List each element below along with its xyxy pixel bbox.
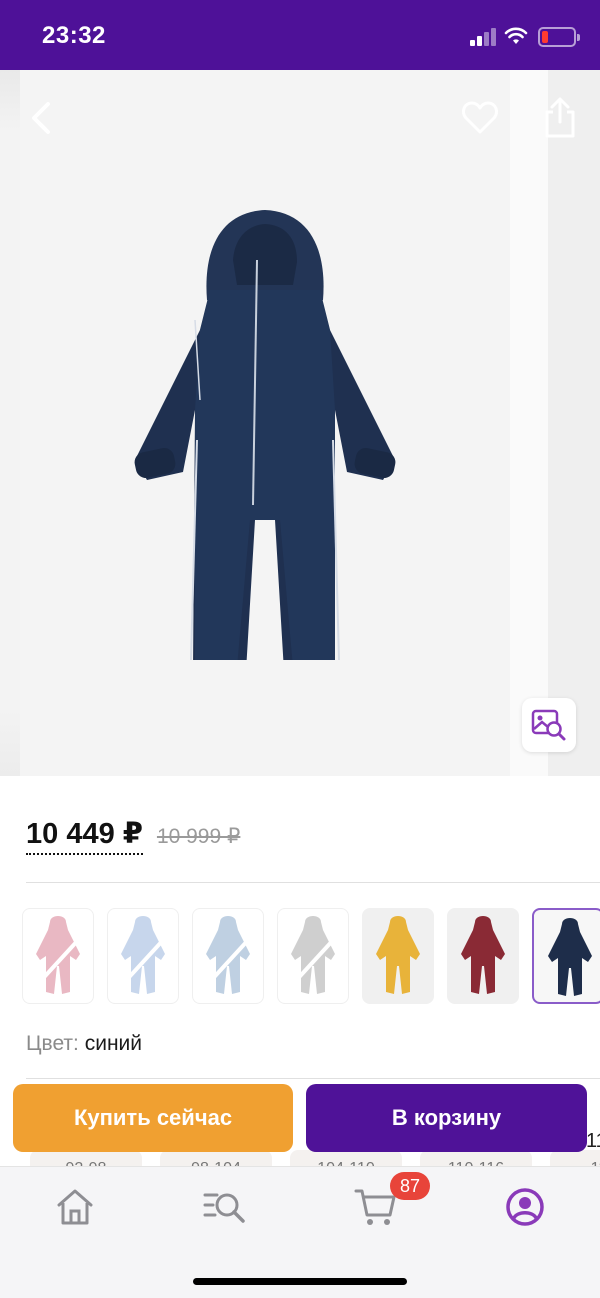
snowsuit-thumbnail (204, 916, 252, 994)
color-line: Цвет: синий (26, 1032, 142, 1056)
profile-icon[interactable] (503, 1185, 547, 1229)
price-row: 10 449 ₽ 10 999 ₽ (26, 816, 240, 856)
cart-count-badge: 87 (390, 1172, 430, 1200)
wifi-icon (504, 27, 528, 44)
color-value: синий (84, 1032, 143, 1055)
color-variant-thumb[interactable] (22, 908, 94, 1004)
divider (26, 882, 600, 883)
next-photo-peek[interactable] (548, 70, 600, 776)
color-variant-thumb[interactable] (447, 908, 519, 1004)
color-variant-thumb[interactable] (107, 908, 179, 1004)
cellular-signal-icon (470, 28, 498, 46)
snowsuit-thumbnail (34, 916, 82, 994)
snowsuit-thumbnail (548, 918, 592, 996)
color-variant-thumb[interactable] (362, 908, 434, 1004)
home-indicator (193, 1278, 407, 1285)
home-icon[interactable] (53, 1185, 97, 1229)
old-price: 10 999 ₽ (156, 825, 241, 848)
color-variant-thumb[interactable] (192, 908, 264, 1004)
battery-icon (538, 27, 580, 47)
product-image-snowsuit (134, 210, 396, 660)
heart-icon[interactable] (460, 98, 500, 138)
share-icon[interactable] (540, 96, 580, 140)
snowsuit-thumbnail (289, 916, 337, 994)
color-variant-thumb[interactable] (277, 908, 349, 1004)
snowsuit-thumbnail (461, 916, 505, 994)
product-gallery[interactable] (0, 70, 600, 776)
add-to-cart-button[interactable]: В корзину (306, 1084, 587, 1152)
status-bar: 23:32 (0, 0, 600, 70)
snowsuit-thumbnail (119, 916, 167, 994)
current-price[interactable]: 10 449 ₽ (26, 816, 143, 855)
status-time: 23:32 (42, 22, 106, 49)
snowsuit-thumbnail (376, 916, 420, 994)
back-chevron-icon[interactable] (24, 98, 58, 138)
edge-size-text: 11 (586, 1130, 600, 1152)
color-variant-thumb[interactable] (532, 908, 600, 1004)
catalog-search-icon[interactable] (203, 1185, 247, 1229)
color-label: Цвет: (26, 1032, 79, 1055)
color-variants (22, 908, 600, 1004)
buy-now-button[interactable]: Купить сейчас (13, 1084, 293, 1152)
divider (26, 1078, 600, 1079)
image-search-button[interactable] (522, 698, 576, 752)
image-search-icon (531, 709, 566, 741)
